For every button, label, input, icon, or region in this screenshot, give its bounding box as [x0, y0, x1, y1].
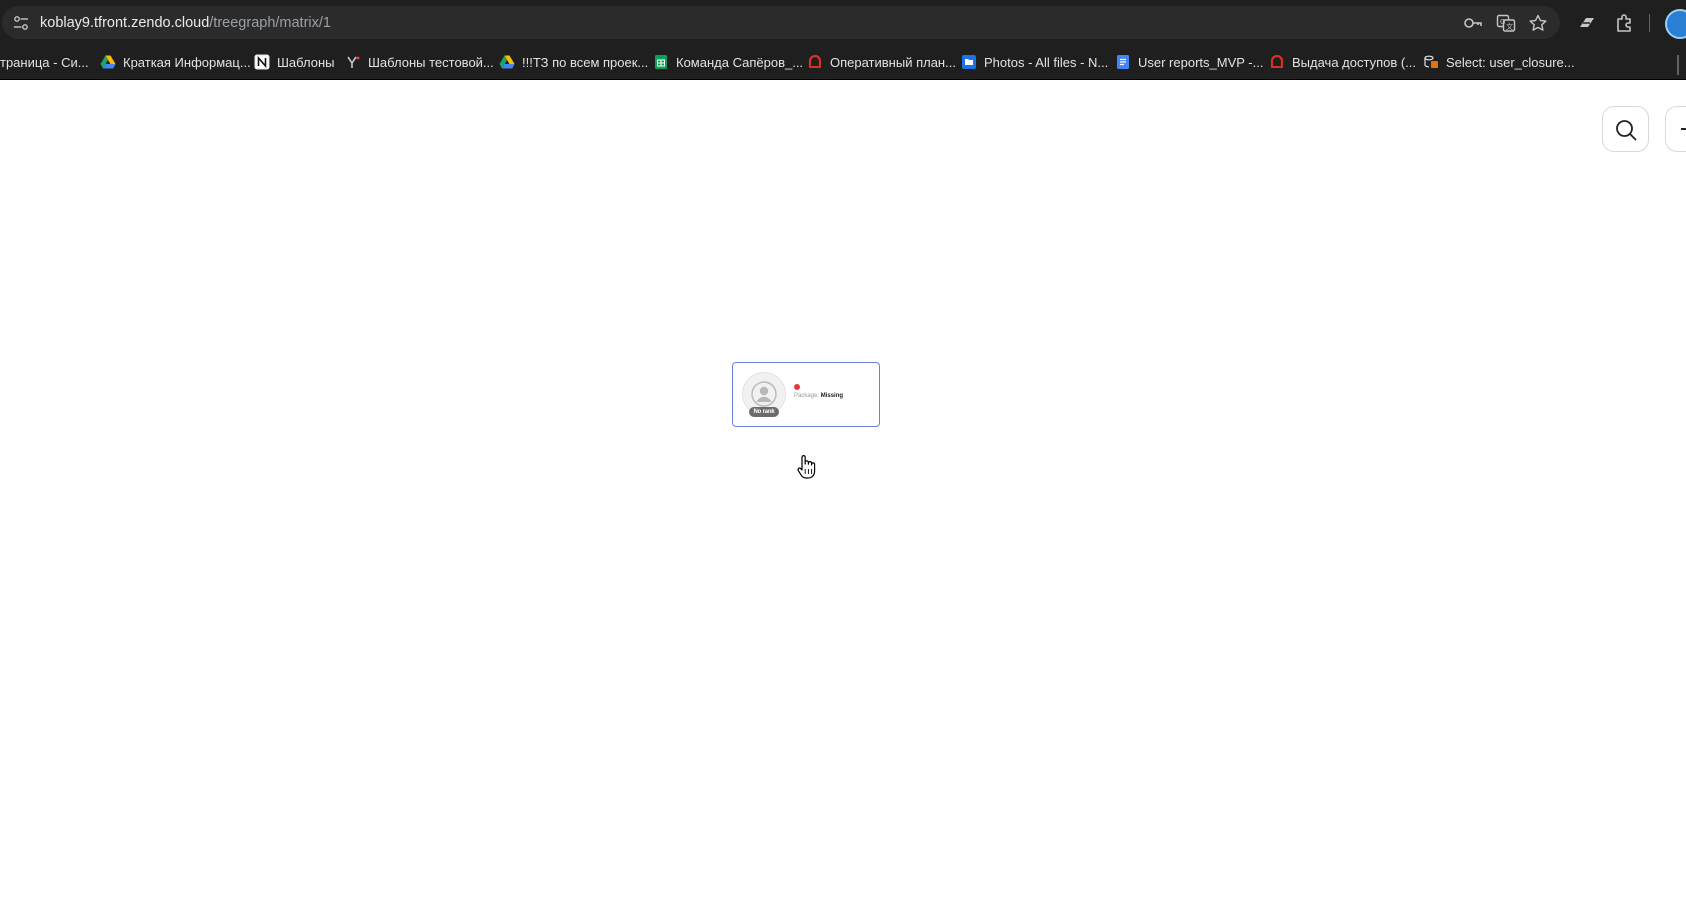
google-drive-icon [499, 55, 515, 69]
search-button[interactable] [1602, 106, 1649, 152]
bookmark-label: Краткая Информац... [123, 54, 251, 70]
bookmarks-bar: траница - Си... Краткая Информац... Шабл… [0, 44, 1686, 80]
google-drive-icon [100, 55, 116, 69]
package-label: Package: [794, 393, 820, 399]
bookmark-label: !!!ТЗ по всем проек... [522, 54, 649, 70]
bookmark-item-9[interactable]: User reports_MVP -... [1115, 53, 1263, 71]
package-value: Missing [820, 393, 844, 399]
bookmark-label: Select: user_closure... [1446, 54, 1575, 70]
address-bar[interactable]: koblay9.tfront.zendo.cloud/treegraph/mat… [2, 6, 1560, 39]
url-text[interactable]: koblay9.tfront.zendo.cloud/treegraph/mat… [40, 14, 331, 32]
bookmark-item-8[interactable]: Photos - All files - N... [961, 53, 1108, 71]
extensions-puzzle-icon[interactable] [1613, 12, 1635, 34]
red-logo-icon [1270, 54, 1284, 68]
profile-avatar[interactable] [1665, 9, 1686, 39]
bookmark-item-2[interactable]: Краткая Информац... [100, 53, 251, 71]
database-icon [1424, 55, 1438, 68]
extension-app-icon[interactable] [1576, 12, 1598, 34]
red-logo-icon [808, 54, 822, 68]
bookmark-label: Шаблоны [277, 54, 335, 70]
bookmark-item-10[interactable]: Выдача доступов (... [1269, 53, 1416, 71]
rank-badge: No rank [749, 407, 779, 417]
browser-toolbar: koblay9.tfront.zendo.cloud/treegraph/mat… [0, 0, 1686, 44]
url-host: koblay9.tfront.zendo.cloud [40, 15, 210, 31]
svg-text:G: G [1500, 18, 1505, 26]
package-info: Package: Missing [794, 392, 843, 400]
notion-icon [254, 54, 270, 70]
bookmark-label: Оперативный план... [830, 54, 956, 70]
hand-pointer-cursor-icon [797, 455, 816, 479]
tree-node-card[interactable]: No rank Package: Missing [732, 362, 880, 427]
site-info-icon[interactable] [12, 14, 30, 32]
more-icon [1681, 128, 1686, 130]
bookmark-item-5[interactable]: !!!ТЗ по всем проек... [499, 53, 648, 71]
bookmark-label: траница - Си... [0, 54, 89, 70]
url-path: /treegraph/matrix/1 [209, 15, 331, 31]
bookmarks-overflow-divider [1677, 55, 1679, 75]
password-key-icon[interactable] [1463, 14, 1483, 32]
svg-text:文: 文 [1506, 22, 1513, 31]
bookmark-label: Команда Сапёров_... [676, 54, 804, 70]
bookmark-label: Photos - All files - N... [984, 54, 1109, 70]
bookmark-item-11[interactable]: Select: user_closure... [1423, 53, 1575, 71]
bookmark-label: User reports_MVP -... [1138, 54, 1264, 70]
bookmark-item-6[interactable]: Команда Сапёров_... [653, 53, 803, 71]
status-dot [794, 384, 800, 390]
search-icon [1616, 120, 1637, 141]
folder-icon [962, 55, 976, 69]
bookmark-star-icon[interactable] [1528, 14, 1548, 32]
bookmark-item-1[interactable]: траница - Си... [0, 53, 89, 71]
yandex-icon [347, 56, 360, 68]
bookmark-label: Выдача доступов (... [1292, 54, 1417, 70]
more-options-button[interactable] [1665, 106, 1686, 152]
google-docs-icon [1117, 55, 1129, 69]
bookmark-label: Шаблоны тестовой... [368, 54, 494, 70]
toolbar-divider [1649, 14, 1650, 32]
bookmark-item-3[interactable]: Шаблоны [254, 53, 335, 71]
bookmark-item-7[interactable]: Оперативный план... [807, 53, 956, 71]
bookmark-item-4[interactable]: Шаблоны тестовой... [345, 53, 494, 71]
translate-icon[interactable]: G 文 [1496, 14, 1516, 32]
google-sheets-icon [655, 55, 667, 69]
